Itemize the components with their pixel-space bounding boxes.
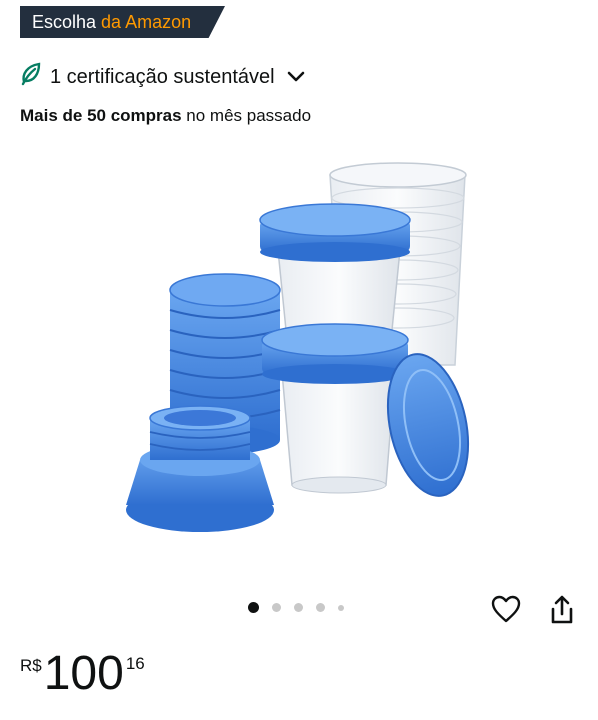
- purchase-volume-bold: Mais de 50 compras: [20, 106, 182, 125]
- price: R$ 100 16: [20, 648, 145, 700]
- carousel-dot-1[interactable]: [248, 602, 259, 613]
- carousel-dot-3[interactable]: [294, 603, 303, 612]
- badge-text-amazon: da Amazon: [101, 11, 192, 32]
- cup-middle: [261, 323, 409, 494]
- certification-label: 1 certificação sustentável: [50, 65, 275, 88]
- leaf-icon: [20, 62, 42, 92]
- chevron-down-icon[interactable]: [287, 71, 305, 83]
- image-carousel-indicator: [248, 602, 344, 613]
- amazons-choice-badge: Escolha da Amazon: [20, 6, 225, 38]
- carousel-dot-5[interactable]: [338, 604, 344, 611]
- carousel-dot-2[interactable]: [272, 603, 281, 612]
- purchase-volume-text: Mais de 50 compras no mês passado: [20, 106, 311, 126]
- share-icon[interactable]: [548, 594, 576, 626]
- purchase-volume-rest: no mês passado: [181, 106, 312, 125]
- carousel-dot-4[interactable]: [316, 603, 325, 612]
- price-currency: R$: [20, 656, 42, 675]
- product-image[interactable]: [110, 140, 490, 560]
- badge-text-escolha: Escolha: [32, 11, 97, 32]
- price-whole: 100: [43, 647, 124, 700]
- price-fraction: 16: [125, 654, 145, 673]
- heart-icon[interactable]: [490, 594, 522, 624]
- sustainability-certification[interactable]: 1 certificação sustentável: [20, 62, 305, 92]
